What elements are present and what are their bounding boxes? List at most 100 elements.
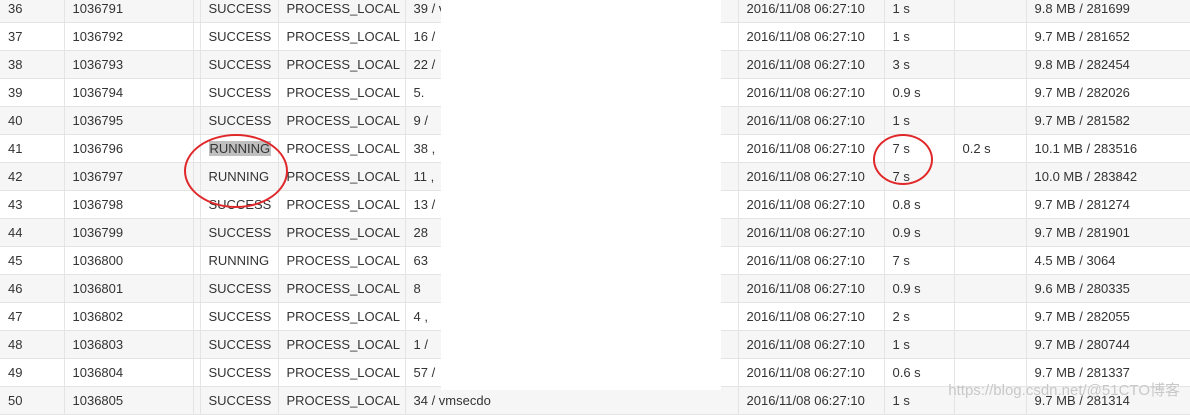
duration-cell: 0.9 s	[884, 78, 955, 107]
id-cell: 1036791	[64, 0, 194, 23]
id-cell: 1036799	[64, 218, 194, 247]
duration-cell: 0.8 s	[884, 190, 955, 219]
launch-time-cell: 2016/11/08 06:27:10	[738, 106, 885, 135]
id-cell: 1036804	[64, 358, 194, 387]
index-cell: 39	[0, 78, 65, 107]
duration-cell: 1 s	[884, 0, 955, 23]
locality-cell: PROCESS_LOCAL	[278, 0, 406, 23]
locality-cell: PROCESS_LOCAL	[278, 330, 406, 359]
index-cell: 46	[0, 274, 65, 303]
duration-cell: 2 s	[884, 302, 955, 331]
gc-time-cell	[954, 218, 1027, 247]
locality-cell: PROCESS_LOCAL	[278, 302, 406, 331]
id-cell: 1036800	[64, 246, 194, 275]
attempt-cell: 0	[193, 274, 201, 303]
id-cell: 1036795	[64, 106, 194, 135]
input-size-cell: 9.6 MB / 280335	[1026, 274, 1190, 303]
index-cell: 50	[0, 386, 65, 415]
duration-cell: 1 s	[884, 386, 955, 415]
attempt-cell: 0	[193, 190, 201, 219]
locality-cell: PROCESS_LOCAL	[278, 274, 406, 303]
gc-time-cell	[954, 22, 1027, 51]
gc-time-cell	[954, 274, 1027, 303]
launch-time-cell: 2016/11/08 06:27:10	[738, 78, 885, 107]
status-cell: SUCCESS	[200, 106, 279, 135]
id-cell: 1036793	[64, 50, 194, 79]
status-cell: SUCCESS	[200, 386, 279, 415]
status-cell: SUCCESS	[200, 218, 279, 247]
attempt-cell: 0	[193, 386, 201, 415]
launch-time-cell: 2016/11/08 06:27:10	[738, 50, 885, 79]
locality-cell: PROCESS_LOCAL	[278, 218, 406, 247]
index-cell: 42	[0, 162, 65, 191]
launch-time-cell: 2016/11/08 06:27:10	[738, 274, 885, 303]
locality-cell: PROCESS_LOCAL	[278, 358, 406, 387]
id-cell: 1036798	[64, 190, 194, 219]
locality-cell: PROCESS_LOCAL	[278, 134, 406, 163]
duration-cell: 1 s	[884, 106, 955, 135]
launch-time-cell: 2016/11/08 06:27:10	[738, 330, 885, 359]
duration-cell: 3 s	[884, 50, 955, 79]
attempt-cell: 0	[193, 302, 201, 331]
status-cell: SUCCESS	[200, 190, 279, 219]
id-cell: 1036792	[64, 22, 194, 51]
attempt-cell: 0	[193, 330, 201, 359]
locality-cell: PROCESS_LOCAL	[278, 50, 406, 79]
gc-time-cell	[954, 0, 1027, 23]
index-cell: 45	[0, 246, 65, 275]
input-size-cell: 4.5 MB / 3064	[1026, 246, 1190, 275]
gc-time-cell: 0.2 s	[954, 134, 1027, 163]
attempt-cell: 0	[193, 50, 201, 79]
launch-time-cell: 2016/11/08 06:27:10	[738, 0, 885, 23]
attempt-cell: 0	[193, 22, 201, 51]
redaction-overlay	[441, 0, 721, 390]
status-cell: SUCCESS	[200, 358, 279, 387]
index-cell: 49	[0, 358, 65, 387]
input-size-cell: 9.7 MB / 280744	[1026, 330, 1190, 359]
locality-cell: PROCESS_LOCAL	[278, 190, 406, 219]
status-cell: SUCCESS	[200, 78, 279, 107]
status-cell: RUNNING	[200, 246, 279, 275]
status-cell: SUCCESS	[200, 302, 279, 331]
locality-cell: PROCESS_LOCAL	[278, 386, 406, 415]
duration-cell: 1 s	[884, 22, 955, 51]
locality-cell: PROCESS_LOCAL	[278, 246, 406, 275]
locality-cell: PROCESS_LOCAL	[278, 78, 406, 107]
duration-cell: 7 s	[884, 134, 955, 163]
duration-cell: 7 s	[884, 246, 955, 275]
gc-time-cell	[954, 162, 1027, 191]
gc-time-cell	[954, 246, 1027, 275]
status-cell: SUCCESS	[200, 330, 279, 359]
gc-time-cell	[954, 106, 1027, 135]
id-cell: 1036796	[64, 134, 194, 163]
launch-time-cell: 2016/11/08 06:27:10	[738, 190, 885, 219]
input-size-cell: 9.7 MB / 281582	[1026, 106, 1190, 135]
launch-time-cell: 2016/11/08 06:27:10	[738, 302, 885, 331]
input-size-cell: 9.7 MB / 282026	[1026, 78, 1190, 107]
locality-cell: PROCESS_LOCAL	[278, 22, 406, 51]
input-size-cell: 9.7 MB / 281652	[1026, 22, 1190, 51]
attempt-cell: 0	[193, 246, 201, 275]
index-cell: 44	[0, 218, 65, 247]
status-cell: SUCCESS	[200, 274, 279, 303]
input-size-cell: 9.7 MB / 282055	[1026, 302, 1190, 331]
launch-time-cell: 2016/11/08 06:27:10	[738, 358, 885, 387]
id-cell: 1036794	[64, 78, 194, 107]
attempt-cell: 0	[193, 134, 201, 163]
gc-time-cell	[954, 78, 1027, 107]
locality-cell: PROCESS_LOCAL	[278, 162, 406, 191]
launch-time-cell: 2016/11/08 06:27:10	[738, 22, 885, 51]
duration-cell: 0.6 s	[884, 358, 955, 387]
index-cell: 43	[0, 190, 65, 219]
index-cell: 36	[0, 0, 65, 23]
index-cell: 41	[0, 134, 65, 163]
id-cell: 1036797	[64, 162, 194, 191]
id-cell: 1036805	[64, 386, 194, 415]
launch-time-cell: 2016/11/08 06:27:10	[738, 162, 885, 191]
attempt-cell: 0	[193, 358, 201, 387]
launch-time-cell: 2016/11/08 06:27:10	[738, 386, 885, 415]
index-cell: 40	[0, 106, 65, 135]
locality-cell: PROCESS_LOCAL	[278, 106, 406, 135]
index-cell: 48	[0, 330, 65, 359]
attempt-cell: 0	[193, 218, 201, 247]
